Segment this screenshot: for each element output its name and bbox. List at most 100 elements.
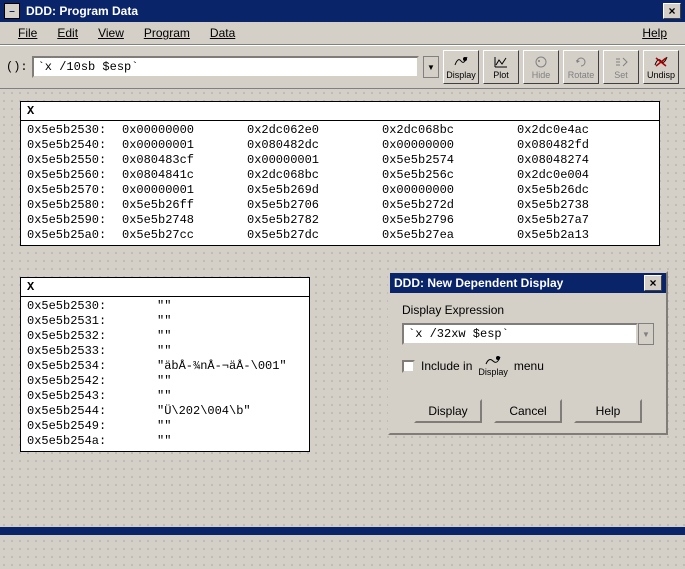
memory-cell: 0x5e5b2796	[382, 213, 517, 228]
menu-data[interactable]: Data	[200, 24, 245, 42]
expression-input[interactable]	[32, 56, 419, 78]
plot-button[interactable]: Plot	[483, 50, 519, 84]
rotate-icon	[573, 55, 589, 69]
memory-cell: 0x0804841c	[122, 168, 247, 183]
memory-address: 0x5e5b2542:	[27, 374, 157, 389]
rotate-button[interactable]: Rotate	[563, 50, 599, 84]
memory-cell: 0x5e5b272d	[382, 198, 517, 213]
memory-cell: 0x00000000	[122, 123, 247, 138]
memory-cell: 0x5e5b25a0:	[27, 228, 122, 243]
menu-view[interactable]: View	[88, 24, 134, 42]
display-expression-label: Display Expression	[402, 303, 654, 317]
menu-help[interactable]: Help	[632, 24, 677, 42]
memory-cell: 0x080482fd	[517, 138, 617, 153]
memory-cell: 0x2dc0e004	[517, 168, 617, 183]
hide-icon	[533, 55, 549, 69]
dialog-help-button[interactable]: Help	[574, 399, 642, 423]
display-expression-input[interactable]	[402, 323, 638, 345]
panel1-body: 0x5e5b2530:0x000000000x2dc062e00x2dc068b…	[21, 121, 659, 245]
memory-cell: 0x00000000	[382, 138, 517, 153]
memory-value: "Ü\202\004\b"	[157, 404, 251, 419]
panel1-header: X	[21, 102, 659, 121]
memory-panel-2[interactable]: X 0x5e5b2530:""0x5e5b2531:""0x5e5b2532:"…	[20, 277, 310, 452]
dialog-titlebar: DDD: New Dependent Display ×	[390, 273, 666, 293]
main-titlebar: – DDD: Program Data ×	[0, 0, 685, 22]
menubar: File Edit View Program Data Help	[0, 22, 685, 45]
memory-cell: 0x5e5b27cc	[122, 228, 247, 243]
table-row: 0x5e5b2580:0x5e5b26ff0x5e5b27060x5e5b272…	[27, 198, 653, 213]
memory-cell: 0x5e5b2748	[122, 213, 247, 228]
table-row: 0x5e5b2540:0x000000010x080482dc0x0000000…	[27, 138, 653, 153]
display-button[interactable]: Display	[443, 50, 479, 84]
memory-cell: 0x2dc062e0	[247, 123, 382, 138]
memory-value: ""	[157, 314, 171, 329]
display-expression-dropdown[interactable]: ▼	[638, 323, 654, 345]
table-row: 0x5e5b2533:""	[27, 344, 303, 359]
memory-cell: 0x5e5b256c	[382, 168, 517, 183]
display-menu-icon: Display	[478, 355, 508, 377]
menu-program[interactable]: Program	[134, 24, 200, 42]
dialog-cancel-button[interactable]: Cancel	[494, 399, 562, 423]
toolbar: (): ▼ Display Plot Hide Rotate Set Undis…	[0, 45, 685, 89]
include-label-pre: Include in	[421, 359, 472, 373]
memory-cell: 0x2dc0e4ac	[517, 123, 617, 138]
memory-cell: 0x5e5b27a7	[517, 213, 617, 228]
plot-icon	[493, 55, 509, 69]
undisp-icon	[653, 55, 669, 69]
memory-value: ""	[157, 299, 171, 314]
table-row: 0x5e5b2542:""	[27, 374, 303, 389]
memory-cell: 0x00000000	[382, 183, 517, 198]
memory-address: 0x5e5b2549:	[27, 419, 157, 434]
memory-panel-1[interactable]: X 0x5e5b2530:0x000000000x2dc062e00x2dc06…	[20, 101, 660, 246]
memory-cell: 0x5e5b27dc	[247, 228, 382, 243]
table-row: 0x5e5b2570:0x000000010x5e5b269d0x0000000…	[27, 183, 653, 198]
memory-value: "äbÅ-¾nÅ-¬äÅ-\001"	[157, 359, 287, 374]
memory-cell: 0x00000001	[247, 153, 382, 168]
memory-cell: 0x00000001	[122, 138, 247, 153]
hide-button[interactable]: Hide	[523, 50, 559, 84]
statusbar	[0, 527, 685, 535]
memory-cell: 0x5e5b2570:	[27, 183, 122, 198]
memory-address: 0x5e5b2533:	[27, 344, 157, 359]
panel2-header: X	[21, 278, 309, 297]
memory-cell: 0x2dc068bc	[247, 168, 382, 183]
memory-cell: 0x2dc068bc	[382, 123, 517, 138]
memory-value: ""	[157, 344, 171, 359]
memory-address: 0x5e5b2530:	[27, 299, 157, 314]
system-menu-icon[interactable]: –	[4, 3, 20, 19]
include-in-menu-checkbox[interactable]	[402, 360, 415, 373]
set-button[interactable]: Set	[603, 50, 639, 84]
undisp-button[interactable]: Undisp	[643, 50, 679, 84]
dialog-close-button[interactable]: ×	[644, 275, 662, 291]
memory-cell: 0x5e5b2530:	[27, 123, 122, 138]
toolbar-prefix: ():	[6, 60, 28, 74]
memory-cell: 0x080483cf	[122, 153, 247, 168]
memory-value: ""	[157, 419, 171, 434]
close-button[interactable]: ×	[663, 3, 681, 19]
table-row: 0x5e5b2534:"äbÅ-¾nÅ-¬äÅ-\001"	[27, 359, 303, 374]
table-row: 0x5e5b2530:0x000000000x2dc062e00x2dc068b…	[27, 123, 653, 138]
table-row: 0x5e5b2531:""	[27, 314, 303, 329]
memory-cell: 0x5e5b2574	[382, 153, 517, 168]
table-row: 0x5e5b2532:""	[27, 329, 303, 344]
table-row: 0x5e5b25a0:0x5e5b27cc0x5e5b27dc0x5e5b27e…	[27, 228, 653, 243]
memory-cell: 0x5e5b26dc	[517, 183, 617, 198]
expression-dropdown[interactable]: ▼	[423, 56, 439, 78]
dialog-display-button[interactable]: Display	[414, 399, 482, 423]
data-canvas: X 0x5e5b2530:0x000000000x2dc062e00x2dc06…	[0, 89, 685, 569]
memory-cell: 0x5e5b2706	[247, 198, 382, 213]
memory-address: 0x5e5b2543:	[27, 389, 157, 404]
memory-address: 0x5e5b254a:	[27, 434, 157, 449]
memory-address: 0x5e5b2532:	[27, 329, 157, 344]
table-row: 0x5e5b2543:""	[27, 389, 303, 404]
table-row: 0x5e5b2544:"Ü\202\004\b"	[27, 404, 303, 419]
display-icon	[453, 55, 469, 69]
memory-address: 0x5e5b2534:	[27, 359, 157, 374]
menu-file[interactable]: File	[8, 24, 47, 42]
memory-cell: 0x5e5b2550:	[27, 153, 122, 168]
memory-address: 0x5e5b2531:	[27, 314, 157, 329]
menu-edit[interactable]: Edit	[47, 24, 88, 42]
memory-cell: 0x5e5b2590:	[27, 213, 122, 228]
window-title: DDD: Program Data	[26, 4, 663, 18]
memory-value: ""	[157, 329, 171, 344]
